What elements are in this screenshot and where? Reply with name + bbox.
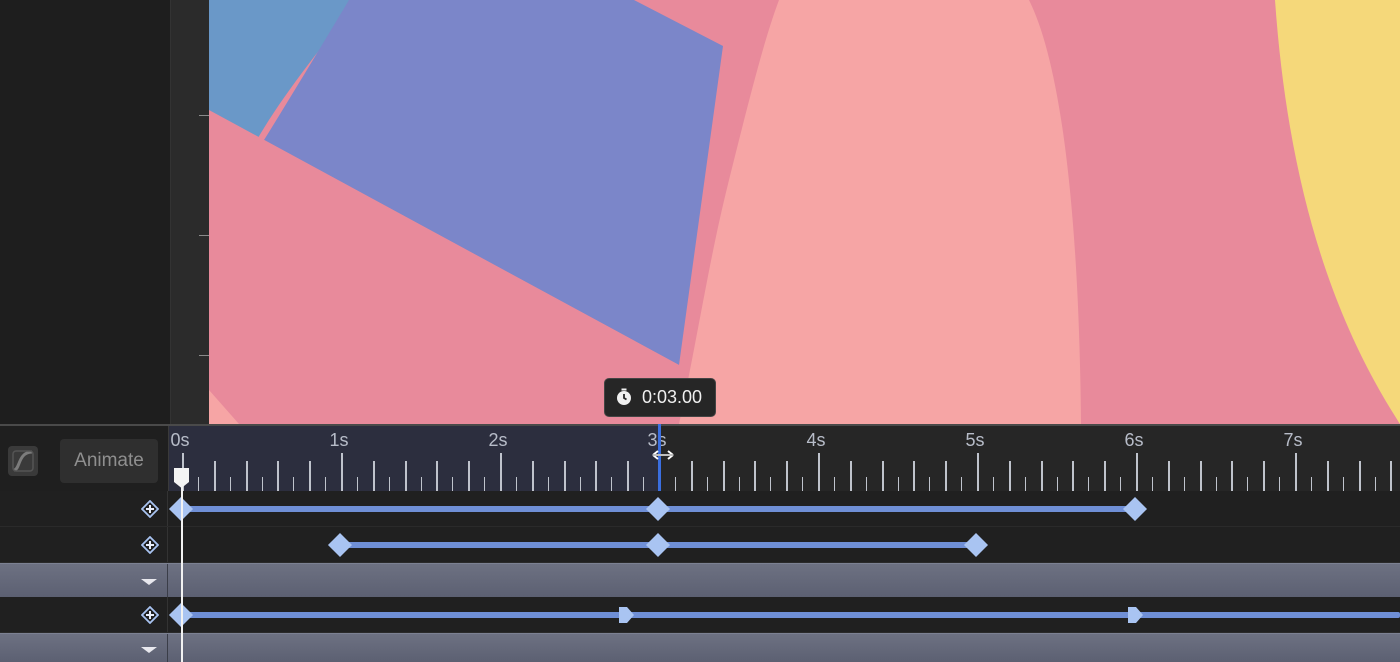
ruler-tick [595,461,598,493]
ruler-tick [468,461,471,493]
ruler-tick [754,461,757,493]
ruler-tick [199,115,209,116]
track-header [0,527,168,562]
track-header [0,634,168,662]
add-keyframe-icon[interactable] [141,536,159,554]
ruler-second-label: 1s [329,430,349,450]
ruler-tick [1390,461,1393,493]
ruler-tick [531,461,534,493]
ruler-tick [213,461,216,493]
keyframe-track-row[interactable] [0,597,1400,633]
ruler-tick [818,453,820,493]
playhead-time: 0:03.00 [642,387,703,407]
ruler-tick [690,461,693,493]
ruler-tick [277,461,280,493]
ruler-tick [849,461,852,493]
keyframe-diamond[interactable] [645,532,671,558]
ruler-second-label: 0s [170,430,190,450]
ruler-tick [1040,461,1043,493]
ruler-tick [1072,461,1075,493]
track-header [0,597,168,632]
easing-curve-button[interactable] [8,446,38,476]
ruler-tick [341,453,343,493]
add-keyframe-icon[interactable] [141,500,159,518]
ruler-tick [309,461,312,493]
ruler-tick [881,461,884,493]
track-group-row[interactable] [0,563,1400,597]
playhead-line[interactable] [181,484,183,662]
ruler-tick [1008,461,1011,493]
ruler-tick [786,461,789,493]
track-header [0,491,168,526]
add-keyframe-icon[interactable] [141,606,159,624]
ruler-tick [722,461,725,493]
ruler-tick [1263,461,1266,493]
animate-button[interactable]: Animate [60,439,158,483]
keyframe-ease-marker[interactable] [1126,605,1144,625]
keyframe-diamond[interactable] [645,496,671,522]
time-ruler[interactable]: 0s 1s 2s 3s 4s 5s 6s 7s [168,426,1400,493]
ruler-played-range [169,426,660,493]
easing-curve-icon [12,450,34,472]
playhead-time-tooltip: 0:03.00 [604,378,716,417]
ruler-tick [945,461,948,493]
track-header [0,564,168,597]
ruler-tick [1167,461,1170,493]
layers-panel [0,0,170,424]
animation-editor: Animate 0s 1s 2s 3s 4s 5s 6s 7s 0:03.00 [0,0,1400,662]
ruler-tick [1231,461,1234,493]
ruler-tick [436,461,439,493]
keyframe-span-bar[interactable] [181,612,1400,618]
ruler-tick [913,461,916,493]
ruler-tick [199,235,209,236]
ruler-tick [627,461,630,493]
ruler-tick [1136,453,1138,493]
ruler-tick [372,461,375,493]
ruler-second-label: 2s [488,430,508,450]
keyframe-diamond[interactable] [1122,496,1148,522]
ruler-second-label: 4s [806,430,826,450]
track-group-row[interactable] [0,633,1400,662]
ruler-tick [1199,461,1202,493]
ruler-second-label: 6s [1124,430,1144,450]
ruler-tick [199,355,209,356]
ruler-tick [245,461,248,493]
vertical-ruler [170,0,209,424]
ruler-tick [563,461,566,493]
ruler-tick [500,453,502,493]
keyframe-ease-marker[interactable] [617,605,635,625]
resize-horizontal-icon [652,450,674,460]
ruler-tick [977,453,979,493]
ruler-tick [1104,461,1107,493]
collapse-icon[interactable] [141,646,157,653]
design-canvas[interactable] [209,0,1400,424]
ruler-tick [1326,461,1329,493]
keyframe-track-row[interactable] [0,491,1400,527]
stopwatch-icon [617,388,631,405]
ruler-second-label: 5s [965,430,985,450]
ruler-tick [1358,461,1361,493]
canvas-artwork [209,0,1400,424]
collapse-icon[interactable] [141,579,157,585]
ruler-second-label: 7s [1283,430,1303,450]
keyframe-diamond[interactable] [963,532,989,558]
keyframe-track-row[interactable] [0,527,1400,563]
keyframe-diamond[interactable] [327,532,353,558]
ruler-tick [1295,453,1297,493]
ruler-tick [404,461,407,493]
